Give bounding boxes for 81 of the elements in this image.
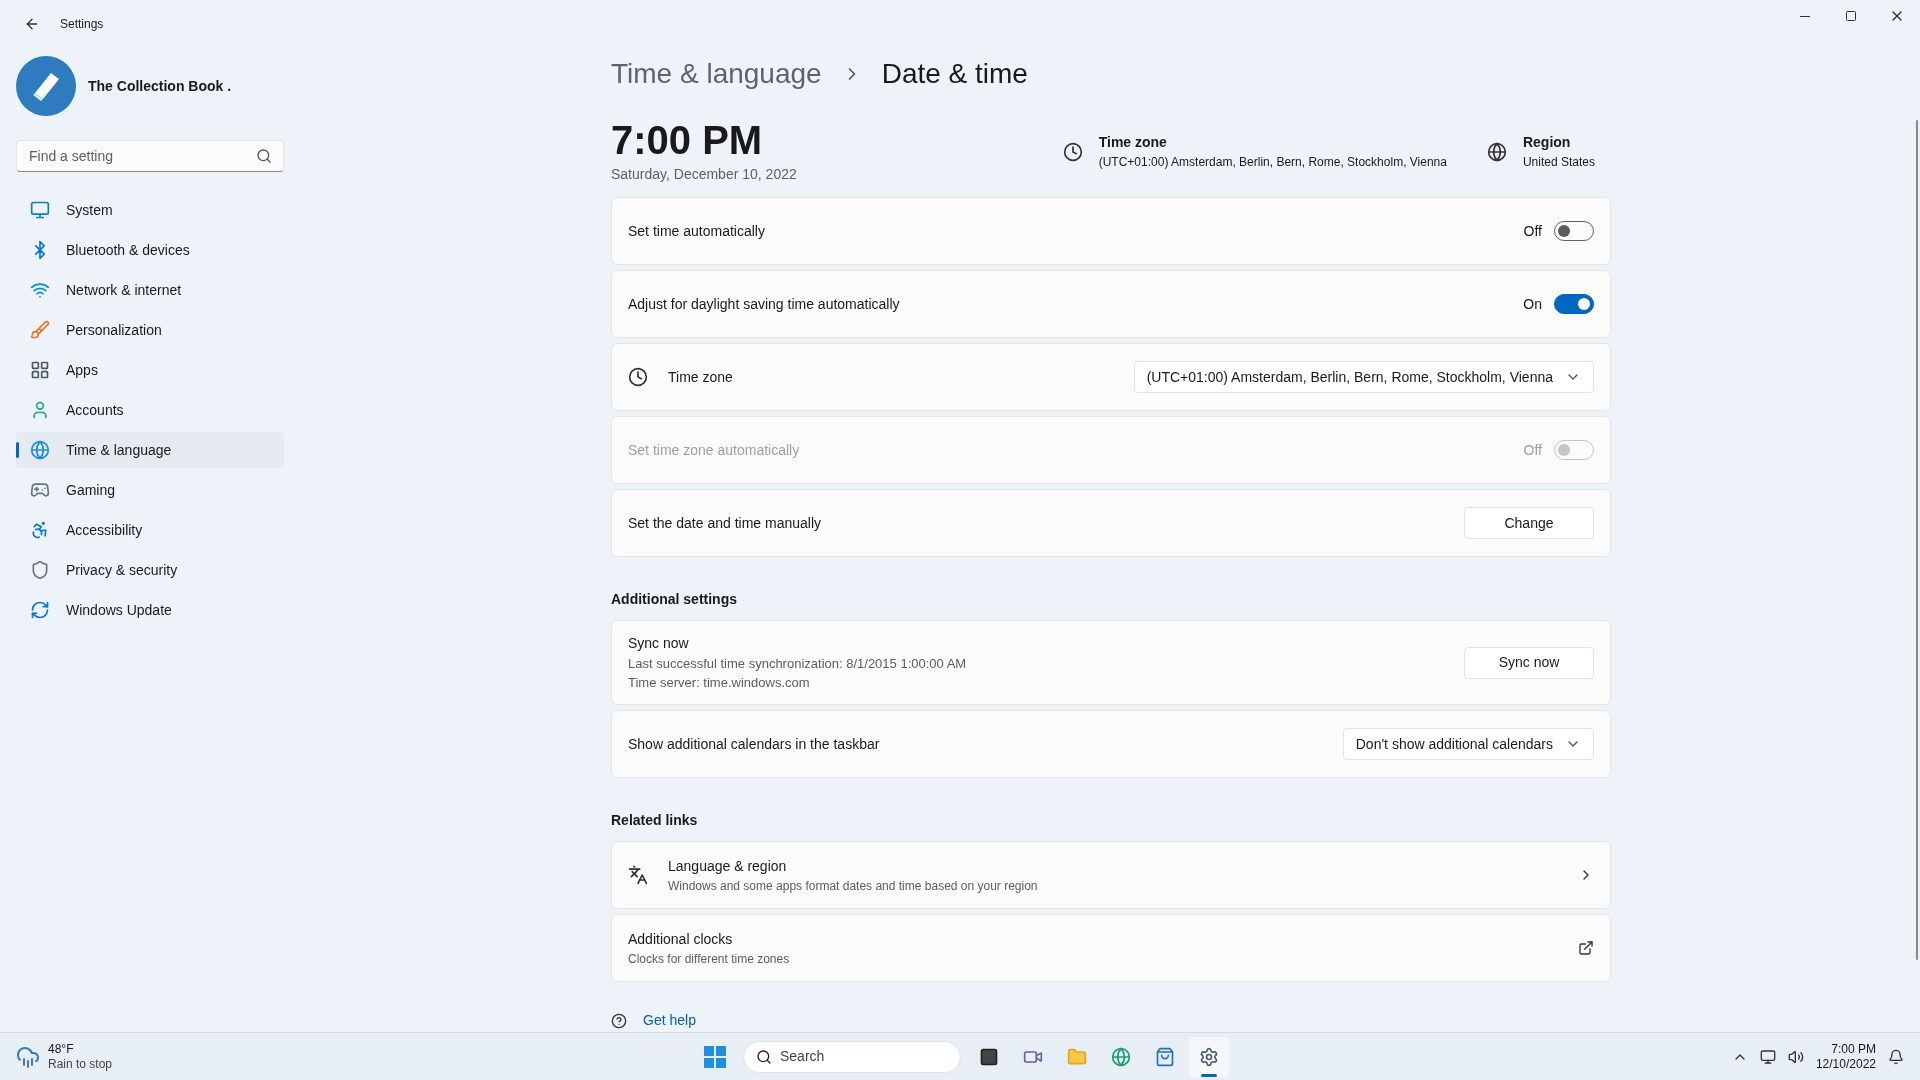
nav-item[interactable]: Bluetooth & devices: [16, 232, 284, 268]
task-view-icon: [979, 1046, 999, 1067]
setting-label: Time zone: [668, 367, 733, 387]
setting-label: Set time zone automatically: [628, 440, 800, 460]
page-title: Date & time: [881, 57, 1028, 91]
external-link-icon: [1578, 940, 1594, 956]
nav-item[interactable]: Accessibility: [16, 512, 284, 548]
browser-icon: [1111, 1046, 1131, 1067]
monitor-icon: [30, 200, 50, 220]
globe-icon: [1486, 141, 1507, 162]
folder-icon: [1067, 1046, 1087, 1067]
search-icon: [756, 1048, 772, 1065]
profile-name: The Collection Book .: [88, 76, 232, 96]
summary-value: United States: [1522, 154, 1595, 171]
setting-description: Time server: time.windows.com: [628, 674, 811, 692]
current-time: 7:00 PM: [611, 118, 764, 162]
gamepad-icon: [30, 480, 50, 500]
rain-cloud-icon[interactable]: [16, 1044, 40, 1069]
store-icon: [1155, 1046, 1175, 1067]
scrollbar[interactable]: [1916, 120, 1918, 960]
link-card[interactable]: Additional clocks Clocks for different time zones: [611, 914, 1611, 982]
nav-item[interactable]: Privacy & security: [16, 552, 284, 588]
nav-item[interactable]: Accounts: [16, 392, 284, 428]
setting-label: Show additional calendars in the taskbar: [628, 734, 880, 754]
volume-icon[interactable]: [1787, 1048, 1804, 1065]
taskbar-date: 12/10/2022: [1815, 1056, 1876, 1072]
summary-label: Time zone: [1098, 133, 1168, 152]
current-date: Saturday, December 10, 2022: [611, 165, 797, 184]
taskbar-app[interactable]: [1189, 1036, 1229, 1077]
restore-icon: [1845, 10, 1857, 22]
link-description: Clocks for different time zones: [628, 950, 790, 968]
language-icon: [628, 865, 648, 885]
toggle-state-text: On: [1523, 294, 1542, 314]
link-title: Language & region: [668, 856, 788, 876]
link-card[interactable]: Language & region Windows and some apps format dates and time based on your region: [611, 841, 1611, 909]
breadcrumb-parent[interactable]: Time & language: [611, 53, 822, 95]
nav-item[interactable]: Personalization: [16, 312, 284, 348]
search-icon: [256, 148, 272, 164]
toggle-switch[interactable]: [1554, 294, 1594, 314]
nav-item[interactable]: System: [16, 192, 284, 228]
nav-item[interactable]: Windows Update: [16, 592, 284, 628]
settings-search-input[interactable]: Find a setting: [16, 140, 284, 172]
taskbar-time: 7:00 PM: [1831, 1041, 1876, 1057]
section-heading: Additional settings: [611, 590, 738, 609]
nav-item[interactable]: Gaming: [16, 472, 284, 508]
action-button[interactable]: Sync now: [1464, 646, 1594, 679]
setting-description: Last successful time synchronization: 8/1/2015 1:00:00 AM: [628, 655, 967, 673]
person-icon: [30, 400, 50, 420]
minimize-icon: [1800, 15, 1810, 17]
accessibility-icon: [30, 520, 50, 540]
brush-icon: [30, 320, 50, 340]
summary-value: (UTC+01:00) Amsterdam, Berlin, Bern, Rome, Stockholm, Vienna: [1098, 154, 1447, 171]
weather-description: Rain to stop: [48, 1056, 113, 1072]
nav-item[interactable]: Time & language: [16, 432, 284, 468]
toggle-state-text: Off: [1523, 221, 1542, 241]
setting-label: Adjust for daylight saving time automatically: [628, 294, 900, 314]
action-button[interactable]: Change: [1464, 507, 1594, 539]
refresh-icon: [30, 600, 50, 620]
dropdown[interactable]: Don't show additional calendars: [1342, 728, 1594, 760]
windows-logo-icon: [704, 1045, 726, 1068]
dropdown[interactable]: (UTC+01:00) Amsterdam, Berlin, Bern, Rome, Stockholm, Vienna: [1133, 361, 1594, 393]
nav-item[interactable]: Apps: [16, 352, 284, 388]
setting-label: Set time automatically: [628, 221, 765, 241]
taskbar-search-field[interactable]: Search: [743, 1040, 961, 1073]
link-description: Windows and some apps format dates and time based on your region: [668, 877, 1038, 895]
notification-bell-icon[interactable]: [1888, 1048, 1904, 1065]
help-icon: [611, 1012, 627, 1029]
toggle-state-text: Off: [1523, 440, 1542, 460]
setting-label: Sync now: [628, 634, 690, 653]
shield-icon: [30, 560, 50, 580]
section-heading: Related links: [611, 811, 699, 830]
help-link[interactable]: Get help: [643, 1010, 696, 1031]
window-title: Settings: [60, 16, 104, 33]
apps-icon: [30, 360, 50, 380]
settings-icon: [1199, 1046, 1219, 1067]
wifi-icon: [30, 280, 50, 300]
setting-label: Set the date and time manually: [628, 513, 821, 533]
nav-item[interactable]: Network & internet: [16, 272, 284, 308]
summary-label: Region: [1522, 133, 1572, 152]
link-title: Additional clocks: [628, 929, 734, 949]
weather-temperature: 48°F: [48, 1041, 75, 1057]
